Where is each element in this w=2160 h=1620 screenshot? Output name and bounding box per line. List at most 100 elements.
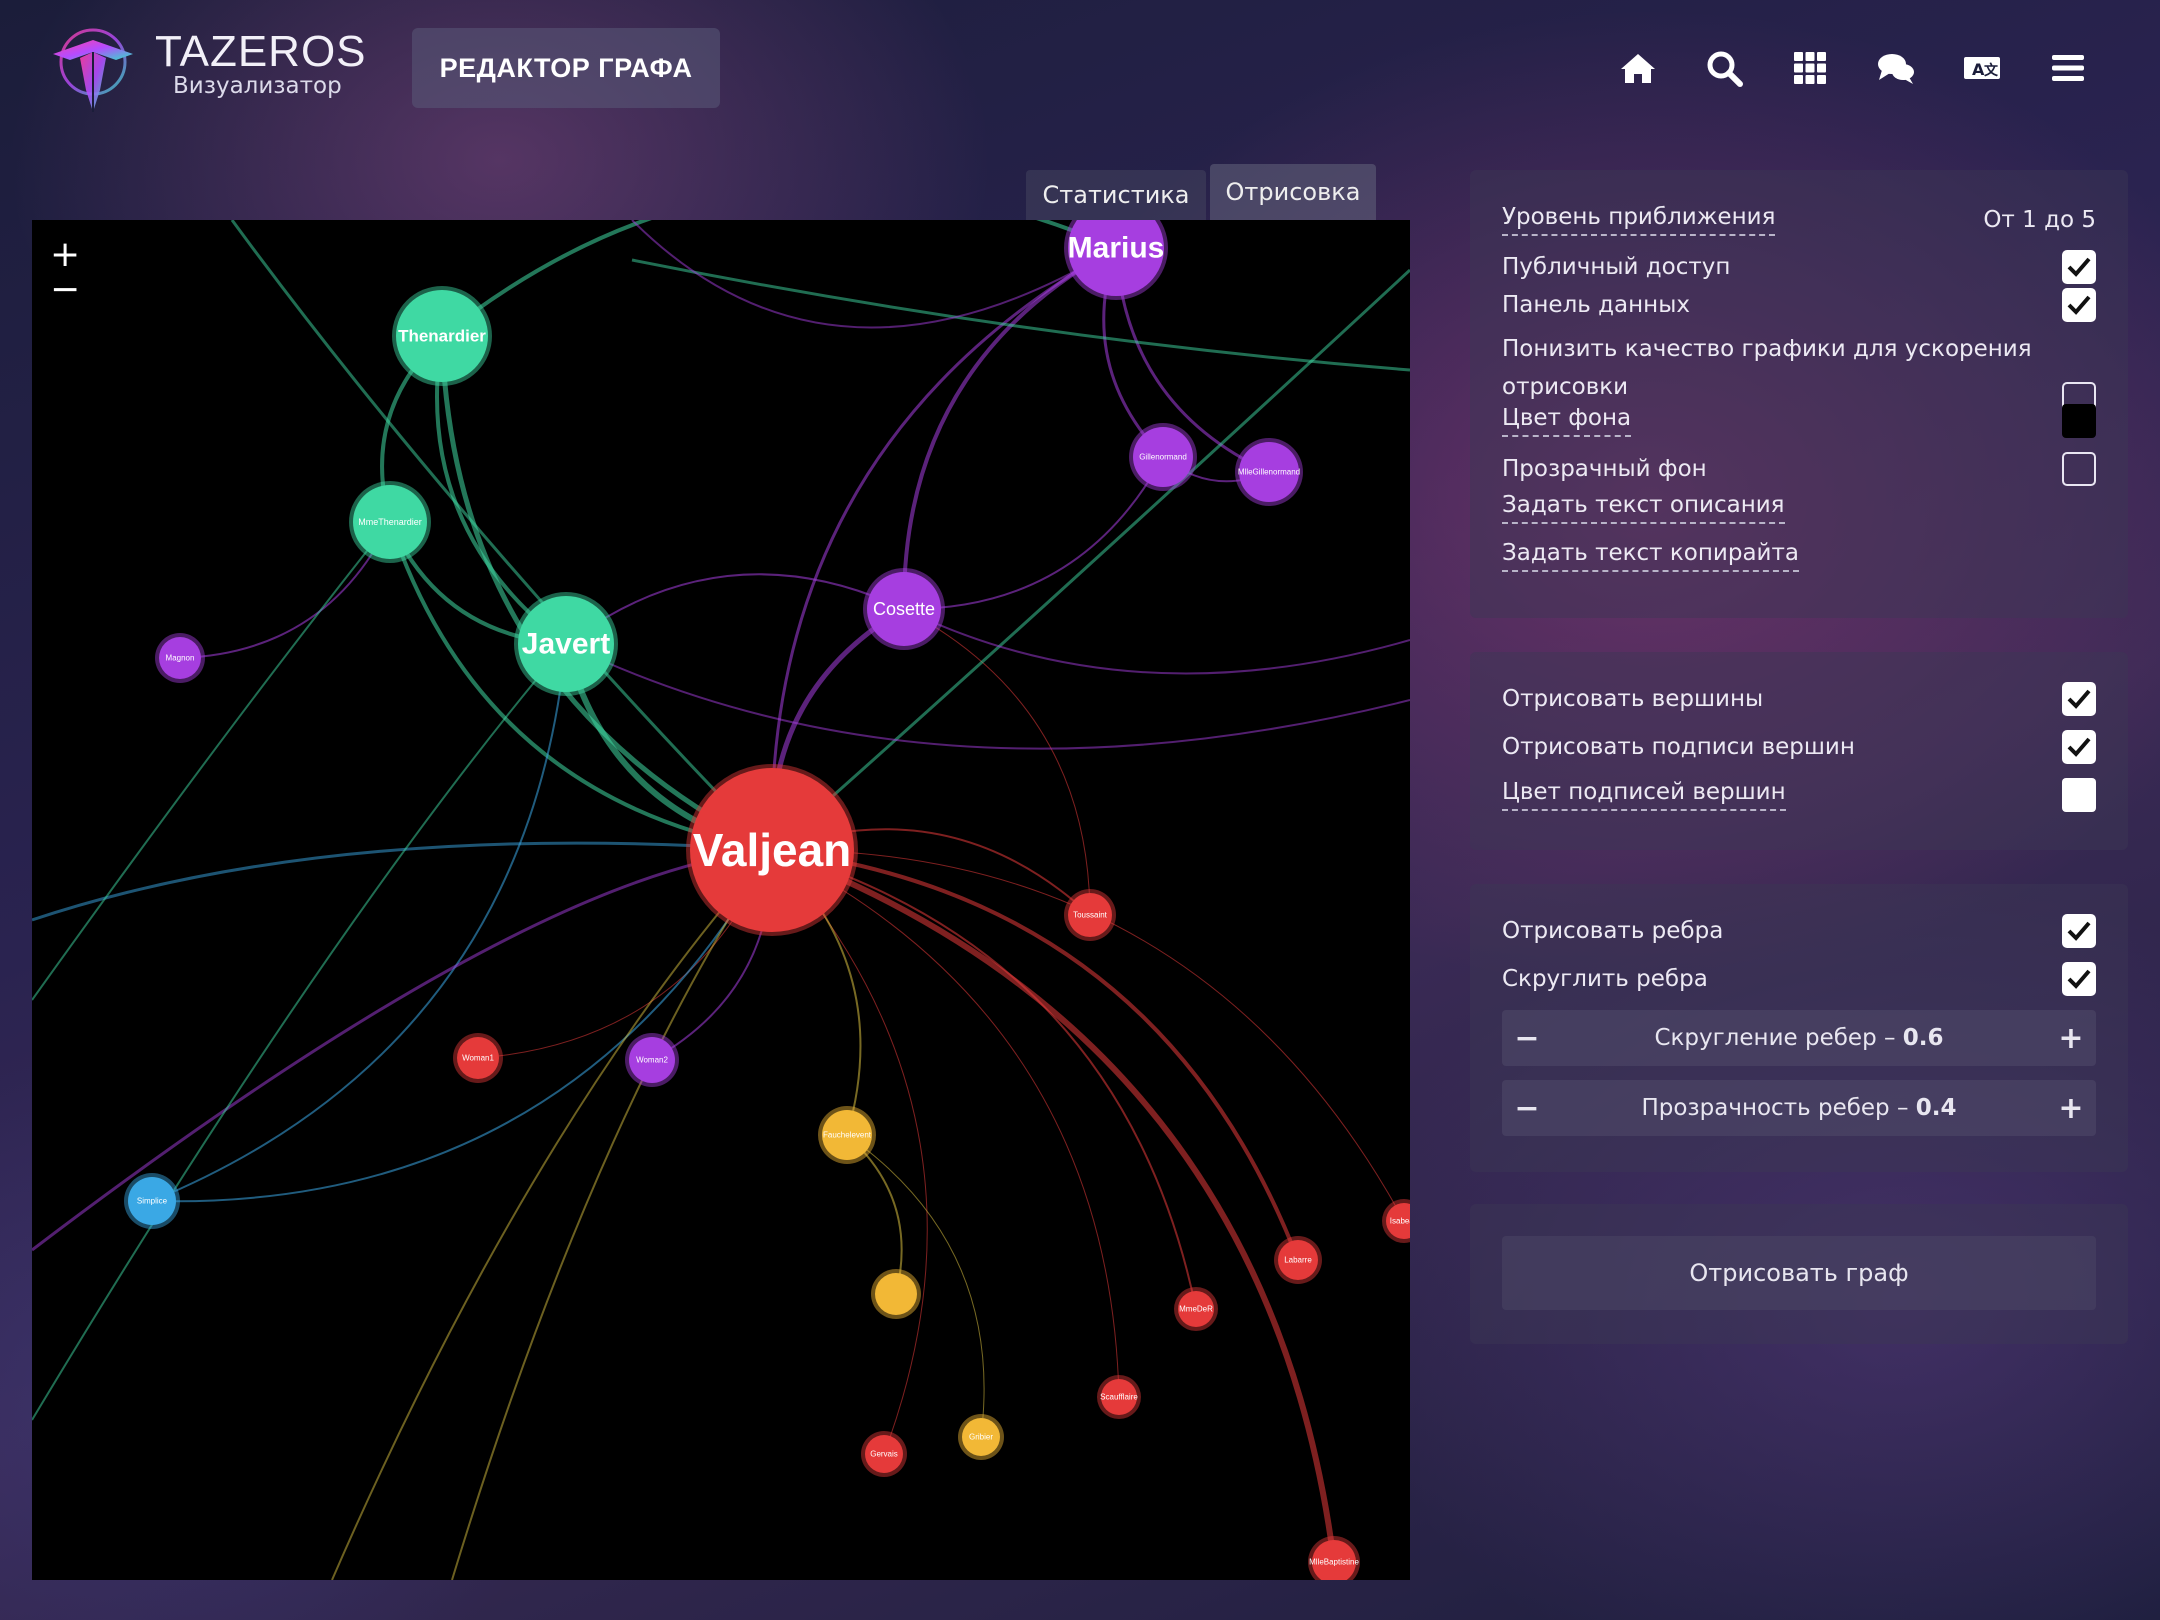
graph-node-label: Woman1 — [462, 1054, 494, 1063]
draw-edges-checkbox[interactable] — [2062, 914, 2096, 948]
zoom-out-button[interactable]: − — [50, 272, 80, 308]
graph-node-label: Toussaint — [1073, 911, 1108, 920]
graph-edge — [770, 847, 1337, 1563]
graph-editor-button[interactable]: РЕДАКТОР ГРАФА — [412, 28, 720, 108]
graph-edge — [770, 246, 1117, 851]
checkmark-icon — [2067, 257, 2091, 277]
graph-node-label: Simplice — [137, 1197, 168, 1206]
graph-node[interactable]: Woman1 — [453, 1033, 503, 1083]
translate-icon[interactable]: A文 — [1960, 46, 2004, 90]
transparent-bg-checkbox[interactable] — [2062, 452, 2096, 486]
graph-node[interactable]: Javert — [514, 592, 618, 696]
draw-edges-row: Отрисовать ребра — [1502, 914, 2096, 948]
graph-node-label: MlleBaptistine — [1309, 1558, 1359, 1567]
draw-nodes-row: Отрисовать вершины — [1502, 682, 2096, 716]
graph-edge — [901, 246, 1117, 610]
lower-quality-label-line1: Понизить качество графики для ускорения — [1502, 336, 2032, 362]
brand-name: TAZEROS — [155, 27, 367, 76]
set-copyright-link[interactable]: Задать текст копирайта — [1502, 540, 1799, 572]
zoom-in-button[interactable]: + — [50, 237, 80, 273]
tab-statistics[interactable]: Статистика — [1026, 170, 1206, 220]
graph-node[interactable]: MlleGillenormand — [1235, 438, 1303, 506]
lower-quality-label-line2: отрисовки — [1502, 374, 1629, 400]
edge-rounding-minus-button[interactable]: − — [1502, 1021, 1552, 1056]
edge-rounding-plus-button[interactable]: + — [2046, 1021, 2096, 1056]
draw-node-labels-checkbox[interactable] — [2062, 730, 2096, 764]
set-description-link[interactable]: Задать текст описания — [1502, 492, 1785, 524]
label-color-label[interactable]: Цвет подписей вершин — [1502, 779, 1786, 811]
draw-nodes-checkbox[interactable] — [2062, 682, 2096, 716]
public-access-label: Публичный доступ — [1502, 254, 1731, 280]
edge-rounding-stepper: − Скругление ребер – 0.6 + — [1502, 1010, 2096, 1066]
edge-opacity-value: 0.4 — [1915, 1095, 1957, 1121]
graph-svg[interactable]: Marius Thenardier Gillenormand MlleGillenor… — [32, 220, 1410, 1580]
data-panel-checkbox[interactable] — [2062, 288, 2096, 322]
bg-color-swatch[interactable] — [2062, 404, 2096, 438]
graph-node-label: Gervais — [870, 1450, 898, 1459]
graph-node[interactable]: Scaufflaire — [1097, 1375, 1141, 1419]
graph-node[interactable]: Gervais — [861, 1431, 907, 1477]
graph-edge — [151, 849, 773, 1203]
graph-node[interactable]: Fauchelevent — [818, 1106, 876, 1164]
label-color-swatch[interactable] — [2062, 778, 2096, 812]
general-settings-panel: Уровень приближения От 1 до 5 Публичный … — [1470, 170, 2128, 618]
graph-node-label: Magnon — [166, 654, 195, 663]
graph-node[interactable]: Labarre — [1274, 1236, 1322, 1284]
graph-edge — [32, 521, 391, 1001]
graph-node-label: Fauchelevent — [823, 1131, 872, 1140]
graph-node[interactable]: Marius — [1064, 220, 1168, 300]
graph-node[interactable]: Woman2 — [625, 1033, 679, 1087]
draw-node-labels-row: Отрисовать подписи вершин — [1502, 730, 2096, 764]
checkmark-icon — [2067, 969, 2091, 989]
grid-icon[interactable] — [1788, 46, 1832, 90]
graph-node[interactable]: Magnon — [155, 633, 205, 683]
graph-edge — [451, 849, 773, 1580]
search-icon[interactable] — [1702, 46, 1746, 90]
graph-node-label: Thenardier — [398, 327, 486, 346]
checkmark-icon — [2067, 921, 2091, 941]
round-edges-label: Скруглить ребра — [1502, 966, 1708, 992]
graph-node-label: Marius — [1068, 232, 1165, 265]
graph-node[interactable]: MlleBaptistine — [1308, 1536, 1360, 1580]
graph-canvas[interactable]: Marius Thenardier Gillenormand MlleGillenor… — [32, 220, 1410, 1580]
edge-opacity-minus-button[interactable]: − — [1502, 1091, 1552, 1126]
data-panel-row: Панель данных — [1502, 288, 2096, 322]
menu-icon[interactable] — [2046, 46, 2090, 90]
label-color-row: Цвет подписей вершин — [1502, 778, 2096, 812]
graph-node[interactable]: Thenardier — [392, 286, 492, 386]
graph-node[interactable] — [871, 1269, 921, 1319]
graph-node[interactable]: Gribier — [958, 1414, 1004, 1460]
zoom-level-label[interactable]: Уровень приближения — [1502, 204, 1776, 236]
tazeros-logo-icon[interactable] — [48, 20, 148, 120]
graph-edge — [32, 643, 567, 1421]
graph-node[interactable]: Toussaint — [1064, 889, 1116, 941]
graph-node[interactable]: Isabeau — [1382, 1199, 1410, 1243]
round-edges-row: Скруглить ребра — [1502, 962, 2096, 996]
graph-node[interactable]: MmeDeR — [1174, 1287, 1218, 1331]
graph-node[interactable]: MmeThenardier — [349, 481, 431, 563]
graph-edge — [903, 608, 1091, 916]
checkmark-icon — [2067, 295, 2091, 315]
tab-drawing[interactable]: Отрисовка — [1210, 164, 1376, 220]
home-icon[interactable] — [1616, 46, 1660, 90]
nodes-settings-panel: Отрисовать вершины Отрисовать подписи ве… — [1470, 652, 2128, 850]
public-access-checkbox[interactable] — [2062, 250, 2096, 284]
bg-color-label[interactable]: Цвет фона — [1502, 405, 1632, 437]
transparent-bg-label: Прозрачный фон — [1502, 456, 1707, 482]
graph-node-label: Gillenormand — [1139, 453, 1187, 462]
edge-opacity-plus-button[interactable]: + — [2046, 1091, 2096, 1126]
graph-node[interactable]: Valjean — [686, 764, 858, 936]
checkmark-icon — [2067, 737, 2091, 757]
graph-node-label: Valjean — [693, 824, 852, 876]
render-panel: Отрисовать граф — [1470, 1204, 2128, 1344]
svg-text:文: 文 — [1984, 62, 1999, 79]
lower-quality-label: Понизить качество графики для ускорения … — [1502, 330, 2032, 406]
graph-node[interactable]: Gillenormand — [1129, 423, 1197, 491]
render-graph-button[interactable]: Отрисовать граф — [1502, 1236, 2096, 1310]
graph-edge — [771, 848, 1300, 1261]
graph-node[interactable]: Simplice — [124, 1173, 180, 1229]
round-edges-checkbox[interactable] — [2062, 962, 2096, 996]
graph-node[interactable]: Cosette — [863, 568, 945, 650]
edge-rounding-text: Скругление ребер – 0.6 — [1654, 1025, 1943, 1051]
chat-icon[interactable] — [1874, 46, 1918, 90]
